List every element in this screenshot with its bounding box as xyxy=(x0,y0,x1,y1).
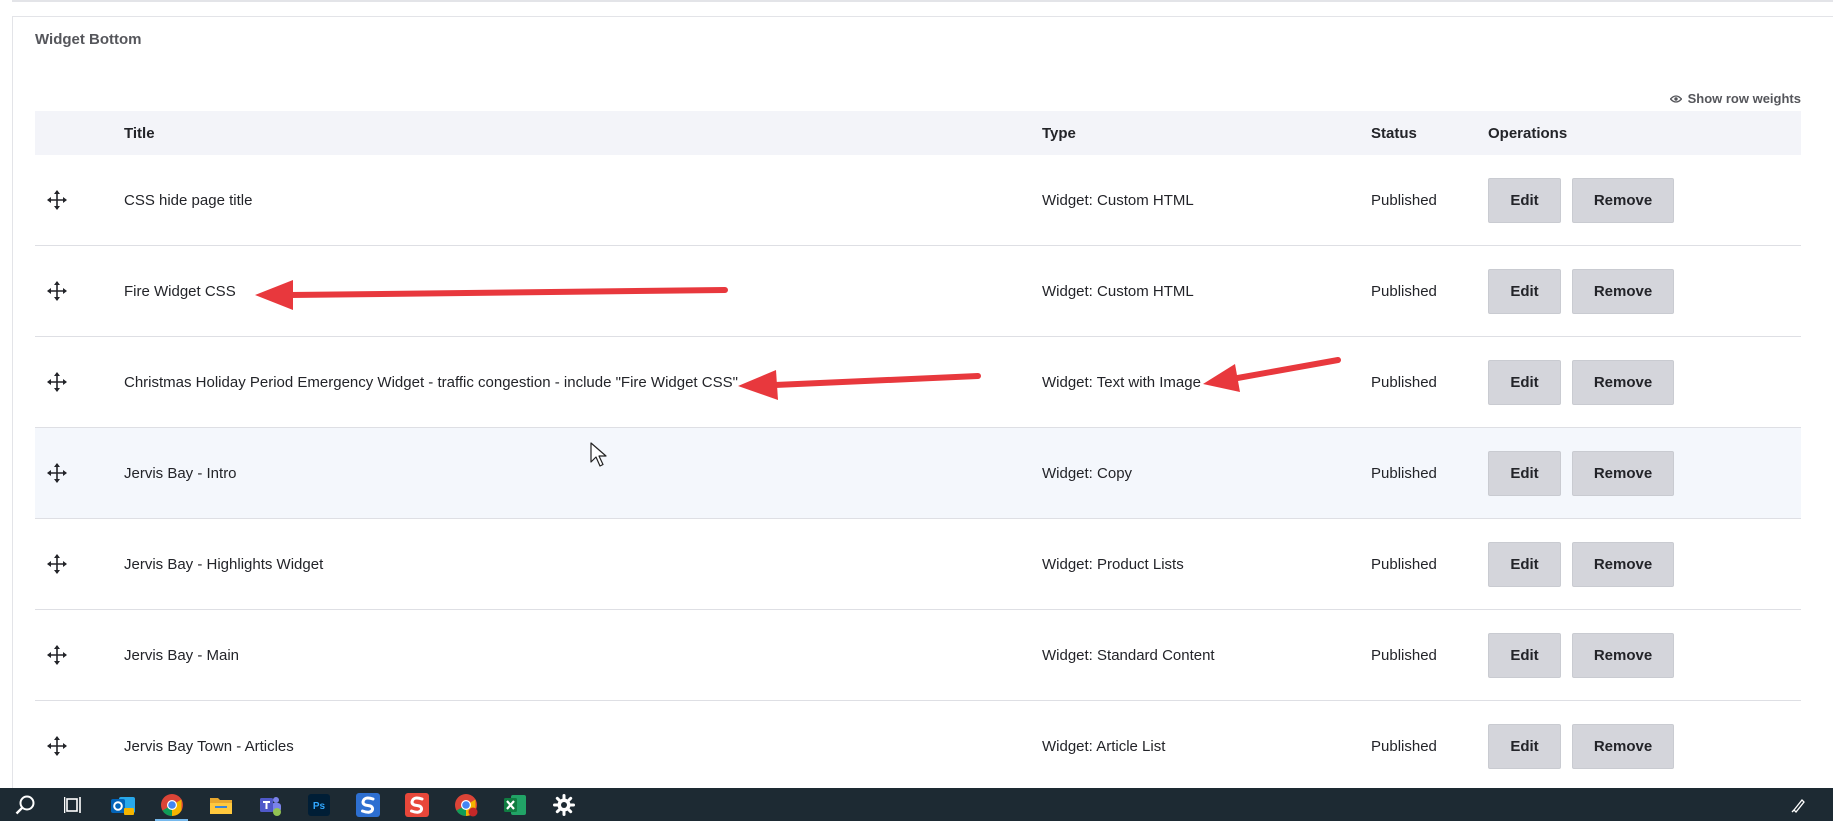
drag-handle-icon[interactable] xyxy=(47,645,67,665)
panel-title: Widget Bottom xyxy=(35,31,142,48)
taskbar-excel[interactable] xyxy=(490,788,539,821)
row-type: Widget: Article List xyxy=(1042,737,1166,755)
header-operations: Operations xyxy=(1488,124,1568,142)
remove-button[interactable]: Remove xyxy=(1572,632,1674,678)
row-title: Jervis Bay - Intro xyxy=(124,464,237,482)
drag-handle-icon[interactable] xyxy=(47,372,67,392)
row-status: Published xyxy=(1371,555,1437,573)
row-title: Fire Widget CSS xyxy=(124,282,236,300)
file-explorer-icon xyxy=(209,797,232,814)
taskbar-chrome-profile[interactable] xyxy=(441,788,490,821)
row-title: Jervis Bay - Highlights Widget xyxy=(124,555,324,573)
drag-handle-icon[interactable] xyxy=(47,190,67,210)
table-row: Jervis Bay - Highlights Widget Widget: Pr… xyxy=(35,519,1801,610)
row-type: Widget: Text with Image xyxy=(1042,373,1201,391)
drag-handle-icon[interactable] xyxy=(47,463,67,483)
svg-text:Ps: Ps xyxy=(312,801,325,812)
edit-button[interactable]: Edit xyxy=(1488,450,1561,496)
system-tray xyxy=(1791,788,1833,821)
row-title: Jervis Bay - Main xyxy=(124,646,240,664)
header-status: Status xyxy=(1371,124,1417,142)
mouse-cursor-icon xyxy=(590,442,607,467)
photoshop-icon: Ps xyxy=(307,793,330,816)
taskbar-snagit-editor[interactable] xyxy=(343,788,392,821)
teams-icon xyxy=(259,796,281,816)
taskbar-task-view[interactable] xyxy=(49,788,98,821)
chrome-icon xyxy=(160,793,183,816)
remove-button[interactable]: Remove xyxy=(1572,359,1674,405)
row-status: Published xyxy=(1371,464,1437,482)
top-divider xyxy=(12,0,1833,2)
taskbar-photoshop[interactable]: Ps xyxy=(294,788,343,821)
search-icon xyxy=(15,795,34,814)
edit-button[interactable]: Edit xyxy=(1488,541,1561,587)
widget-table: Title Type Status Operations CSS hide pa… xyxy=(35,111,1801,792)
edit-button[interactable]: Edit xyxy=(1488,723,1561,769)
taskbar-search[interactable] xyxy=(0,788,49,821)
task-view-icon xyxy=(63,796,81,813)
row-title: Jervis Bay Town - Articles xyxy=(124,737,294,755)
drag-handle-icon[interactable] xyxy=(47,736,67,756)
edit-button[interactable]: Edit xyxy=(1488,359,1561,405)
remove-button[interactable]: Remove xyxy=(1572,541,1674,587)
edit-button[interactable]: Edit xyxy=(1488,632,1561,678)
remove-button[interactable]: Remove xyxy=(1572,450,1674,496)
eye-icon xyxy=(1669,94,1682,103)
drag-handle-icon[interactable] xyxy=(47,281,67,301)
row-type: Widget: Product Lists xyxy=(1042,555,1184,573)
row-status: Published xyxy=(1371,191,1437,209)
snagit-editor-icon xyxy=(355,792,380,817)
row-type: Widget: Custom HTML xyxy=(1042,191,1194,209)
taskbar-snagit[interactable] xyxy=(392,788,441,821)
settings-icon xyxy=(552,793,575,816)
row-type: Widget: Copy xyxy=(1042,464,1133,482)
edit-button[interactable]: Edit xyxy=(1488,177,1561,223)
show-row-weights-label: Show row weights xyxy=(1687,91,1801,106)
table-row: Jervis Bay Town - Articles Widget: Articl… xyxy=(35,701,1801,792)
chrome-profile-icon xyxy=(454,793,477,816)
snagit-icon xyxy=(404,792,429,817)
table-row: Jervis Bay - Main Widget: Standard Conten… xyxy=(35,610,1801,701)
table-row: Jervis Bay - Intro Widget: Copy Published E… xyxy=(35,428,1801,519)
header-title: Title xyxy=(124,124,155,142)
row-status: Published xyxy=(1371,373,1437,391)
taskbar-outlook[interactable] xyxy=(98,788,147,821)
taskbar-settings[interactable] xyxy=(539,788,588,821)
row-title: CSS hide page title xyxy=(124,191,253,209)
table-row: CSS hide page title Widget: Custom HTML Pu… xyxy=(35,155,1801,246)
edit-button[interactable]: Edit xyxy=(1488,268,1561,314)
table-body: CSS hide page title Widget: Custom HTML Pu… xyxy=(35,155,1801,792)
row-type: Widget: Standard Content xyxy=(1042,646,1215,664)
taskbar-teams[interactable] xyxy=(245,788,294,821)
table-header: Title Type Status Operations xyxy=(35,111,1801,155)
remove-button[interactable]: Remove xyxy=(1572,177,1674,223)
table-row: Christmas Holiday Period Emergency Widge… xyxy=(35,337,1801,428)
drag-handle-icon[interactable] xyxy=(47,554,67,574)
row-status: Published xyxy=(1371,282,1437,300)
windows-taskbar: Ps xyxy=(0,788,1833,821)
taskbar-chrome[interactable] xyxy=(147,788,196,821)
outlook-icon xyxy=(110,796,135,815)
show-row-weights-link[interactable]: Show row weights xyxy=(1669,91,1801,106)
header-type: Type xyxy=(1042,124,1076,142)
pen-icon[interactable] xyxy=(1791,797,1807,813)
table-row: Fire Widget CSS Widget: Custom HTML Publis… xyxy=(35,246,1801,337)
remove-button[interactable]: Remove xyxy=(1572,723,1674,769)
excel-icon xyxy=(503,794,526,815)
row-type: Widget: Custom HTML xyxy=(1042,282,1194,300)
row-status: Published xyxy=(1371,737,1437,755)
taskbar-file-explorer[interactable] xyxy=(196,788,245,821)
row-title: Christmas Holiday Period Emergency Widge… xyxy=(124,373,738,391)
remove-button[interactable]: Remove xyxy=(1572,268,1674,314)
row-status: Published xyxy=(1371,646,1437,664)
